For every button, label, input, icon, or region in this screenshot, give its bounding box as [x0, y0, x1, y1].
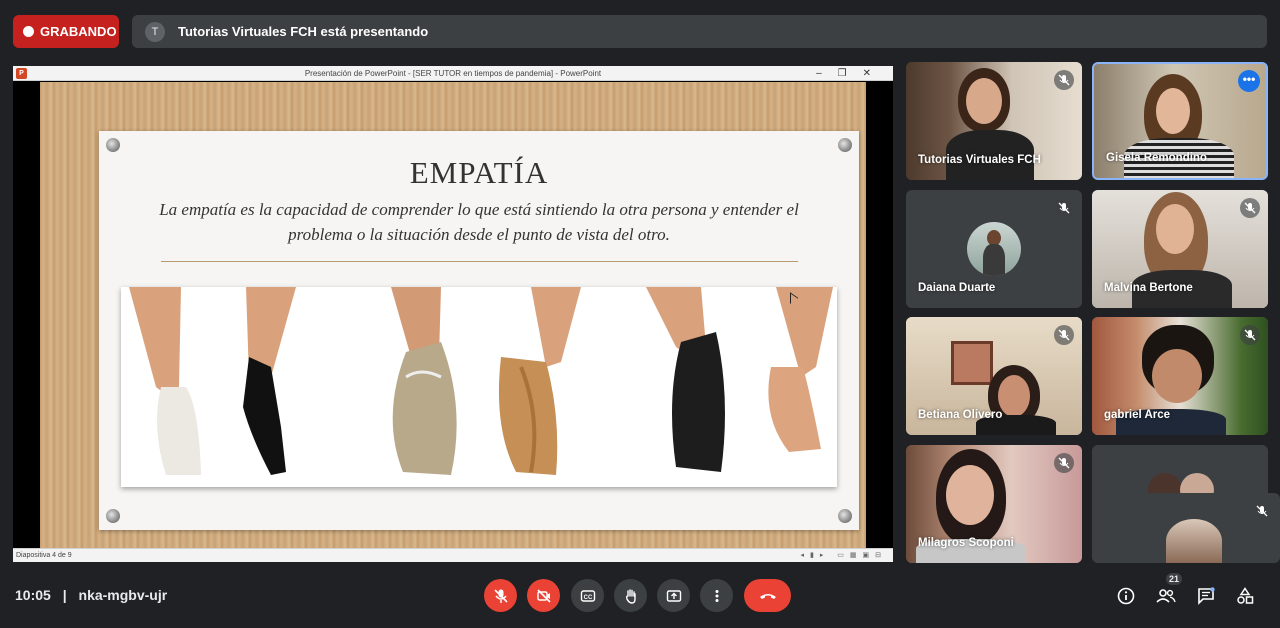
slide-counter: Diapositiva 4 de 9	[16, 552, 72, 559]
mic-off-icon	[1240, 198, 1260, 218]
presenting-banner: T Tutorias Virtuales FCH está presentand…	[132, 15, 1267, 48]
slide-divider	[161, 261, 798, 262]
camera-toggle-button[interactable]	[527, 579, 560, 612]
self-view-avatar	[1166, 519, 1222, 563]
recording-indicator[interactable]: GRABANDO	[13, 15, 119, 48]
participant-count-badge: 21	[1166, 573, 1183, 585]
recording-dot-icon	[23, 26, 34, 37]
participant-name: Gisela Remondino	[1106, 152, 1207, 164]
presenting-text: Tutorias Virtuales FCH está presentando	[178, 24, 429, 39]
people-icon	[1156, 589, 1176, 603]
presenter-avatar: T	[145, 21, 165, 42]
participant-name: Daiana Duarte	[918, 282, 996, 294]
pin-icon	[838, 138, 852, 152]
participants-button[interactable]	[1155, 585, 1177, 607]
participant-tile[interactable]: gabriel Arce	[1092, 317, 1268, 435]
clock: 10:05	[15, 587, 51, 603]
participant-tile[interactable]: Tutorias Virtuales FCH	[906, 62, 1082, 180]
powerpoint-statusbar: Diapositiva 4 de 9 ◂▮▸ ▭▦▣⊟	[13, 548, 893, 562]
activities-button[interactable]	[1234, 585, 1256, 607]
slide-body: La empatía es la capacidad de comprender…	[159, 200, 799, 244]
pin-icon	[106, 138, 120, 152]
hand-icon	[625, 588, 636, 604]
participant-face	[998, 375, 1030, 417]
participant-tile[interactable]: Betiana Olivero	[906, 317, 1082, 435]
window-controls: –❐✕	[816, 68, 887, 79]
participant-name: Betiana Olivero	[918, 409, 1003, 421]
powerpoint-titlebar: P Presentación de PowerPoint - [SER TUTO…	[13, 66, 893, 81]
hang-up-icon	[759, 593, 776, 599]
mic-off-icon	[1054, 453, 1074, 473]
present-button[interactable]	[657, 579, 690, 612]
participant-tile[interactable]: Daiana Duarte	[906, 190, 1082, 308]
participant-name: gabriel Arce	[1104, 409, 1171, 421]
mic-off-icon	[1054, 325, 1074, 345]
separator: |	[62, 587, 67, 603]
shared-screen: P Presentación de PowerPoint - [SER TUTO…	[13, 66, 893, 562]
more-options-icon[interactable]: •••	[1238, 70, 1260, 92]
info-icon	[1117, 587, 1135, 605]
mic-off-icon	[1054, 70, 1074, 90]
powerpoint-icon: P	[16, 68, 27, 79]
mic-off-icon	[1252, 501, 1272, 521]
participant-name: Milagros Scoponi	[918, 537, 1014, 549]
participant-face	[966, 78, 1002, 124]
wall-picture	[951, 341, 993, 385]
slide-background: EMPATÍA La empatía es la capacidad de co…	[40, 82, 866, 548]
meeting-info: 10:05 | nka-mgbv-ujr	[15, 587, 167, 603]
participant-face	[946, 465, 994, 525]
pin-icon	[838, 509, 852, 523]
raise-hand-button[interactable]	[614, 579, 647, 612]
captions-icon: CC	[580, 589, 595, 602]
meeting-details-button[interactable]	[1115, 585, 1137, 607]
recording-label: GRABANDO	[40, 24, 117, 39]
chat-button[interactable]	[1195, 585, 1217, 607]
mic-off-icon	[1054, 198, 1074, 218]
mic-off-icon	[1240, 325, 1260, 345]
participant-name: Malvina Bertone	[1104, 282, 1193, 294]
mic-toggle-button[interactable]	[484, 579, 517, 612]
meeting-code: nka-mgbv-ujr	[78, 587, 168, 603]
slide-title: EMPATÍA	[409, 155, 549, 190]
more-vert-icon	[715, 589, 718, 602]
participant-tile-speaking[interactable]: ••• Gisela Remondino	[1092, 62, 1268, 180]
chat-icon	[1198, 587, 1215, 605]
more-options-button[interactable]	[700, 579, 733, 612]
mic-off-icon	[493, 588, 508, 603]
participant-face	[1152, 349, 1202, 403]
participant-tile[interactable]: Malvina Bertone	[1092, 190, 1268, 308]
camera-off-icon	[536, 588, 551, 603]
slide-card: EMPATÍA La empatía es la capacidad de co…	[99, 131, 859, 530]
leave-call-button[interactable]	[744, 579, 791, 612]
view-controls: ◂▮▸ ▭▦▣⊟	[800, 552, 887, 559]
participant-face	[1156, 204, 1194, 254]
self-view-tile[interactable]	[1096, 493, 1280, 563]
participant-avatar	[967, 222, 1021, 276]
present-icon	[666, 589, 681, 602]
captions-button[interactable]: CC	[571, 579, 604, 612]
participant-name: Tutorias Virtuales FCH	[918, 154, 1041, 166]
pin-icon	[106, 509, 120, 523]
participant-tile[interactable]: Milagros Scoponi	[906, 445, 1082, 563]
powerpoint-window-title: Presentación de PowerPoint - [SER TUTOR …	[304, 69, 602, 78]
svg-text:CC: CC	[583, 595, 592, 601]
shapes-icon	[1237, 587, 1254, 604]
participant-face	[1156, 88, 1190, 134]
feet-shoes-image	[121, 287, 837, 487]
